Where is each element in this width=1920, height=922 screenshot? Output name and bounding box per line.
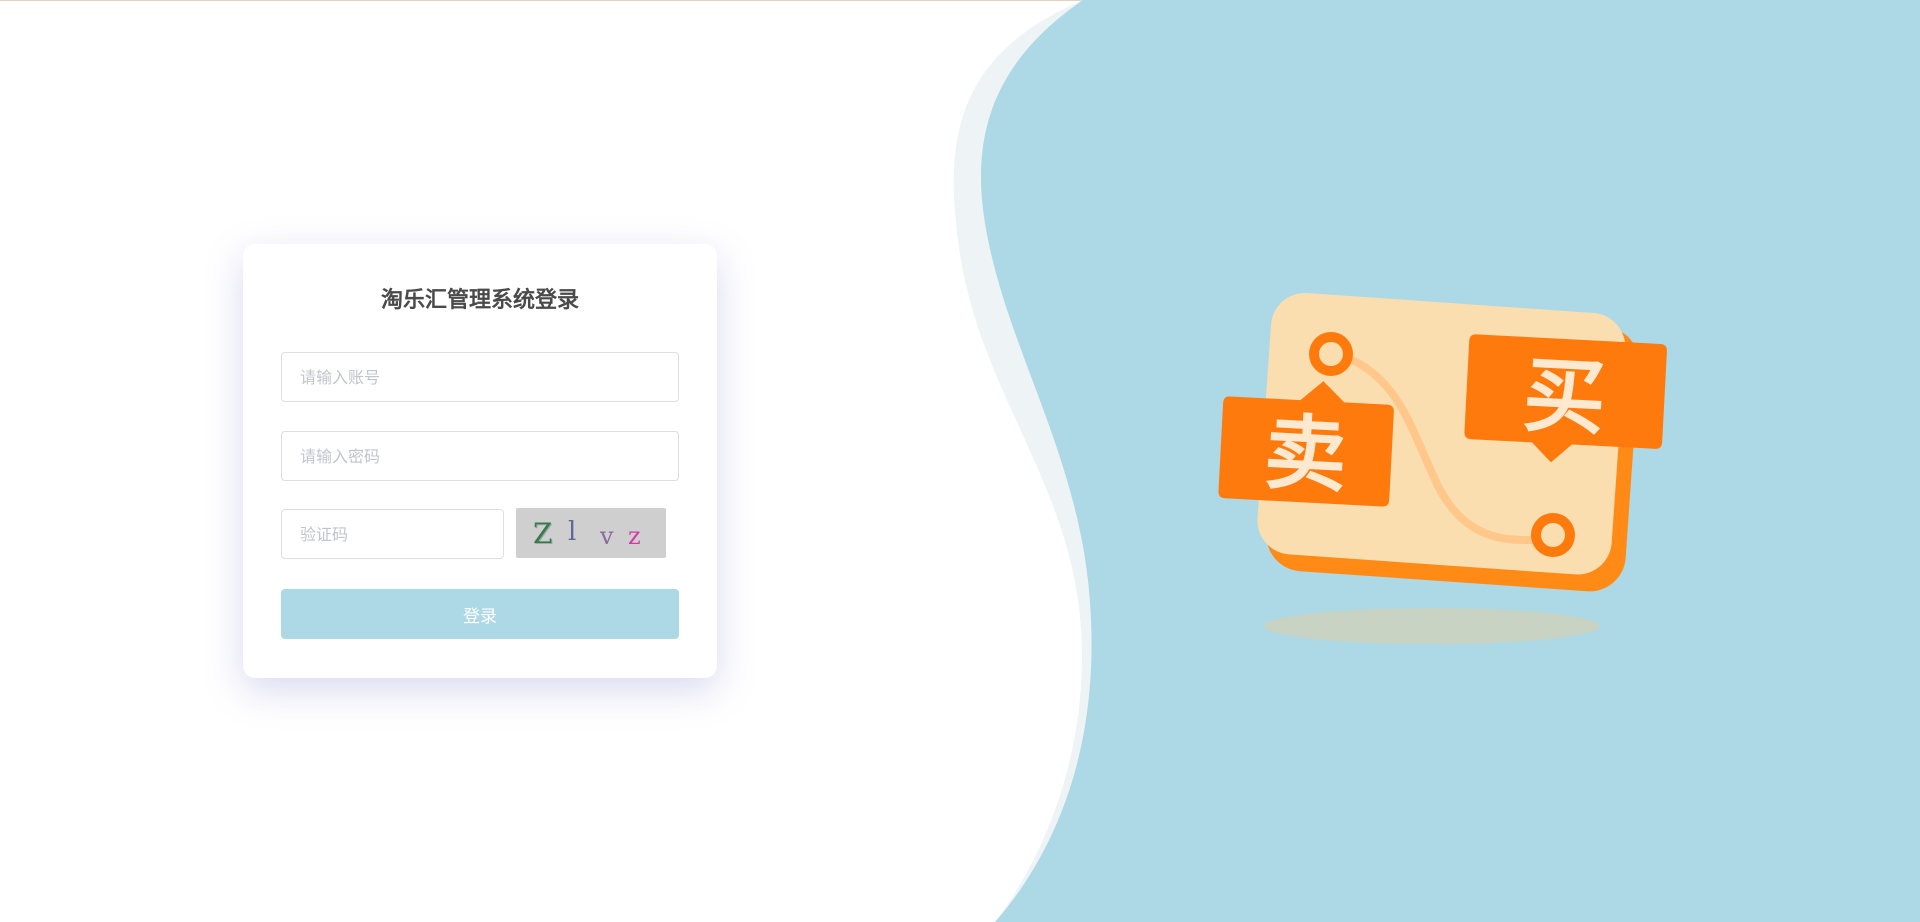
route-dot-end-inner: [1541, 523, 1565, 547]
captcha-image[interactable]: Z l v z: [516, 508, 666, 558]
sell-label: 卖: [1262, 405, 1349, 504]
login-title: 淘乐汇管理系统登录: [380, 288, 579, 313]
captcha-char: v: [600, 522, 614, 550]
password-input[interactable]: [281, 431, 679, 481]
captcha-input[interactable]: [281, 509, 504, 559]
buy-sell-illustration: 卖 买: [1218, 292, 1667, 644]
route-dot-start-inner: [1319, 342, 1343, 366]
captcha-char: Z: [533, 517, 553, 550]
login-page: 淘乐汇管理系统登录 Z l v z 登录 卖 买: [0, 0, 1920, 922]
login-card: 淘乐汇管理系统登录 Z l v z 登录: [243, 244, 717, 678]
buy-label: 买: [1521, 348, 1608, 447]
captcha-char: z: [628, 522, 641, 550]
illustration-shadow: [1264, 608, 1600, 644]
account-input[interactable]: [281, 352, 679, 402]
captcha-char: l: [568, 517, 577, 547]
login-button[interactable]: 登录: [281, 589, 679, 639]
